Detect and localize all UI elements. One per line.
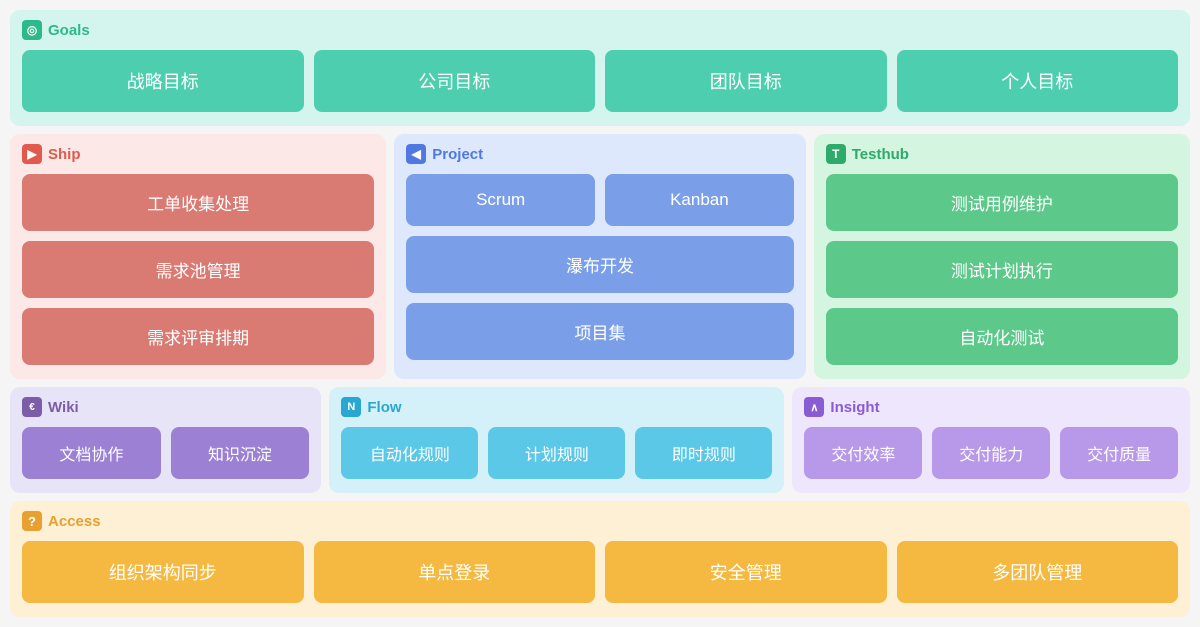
- bottom-mid-row: € Wiki 文档协作 知识沉淀 N Flow 自动化规则 计划规则 即时规则: [10, 387, 1190, 493]
- wiki-title: Wiki: [48, 399, 79, 416]
- project-top-row: Scrum Kanban: [406, 174, 793, 226]
- access-card-3[interactable]: 多团队管理: [897, 541, 1179, 603]
- wiki-card-0[interactable]: 文档协作: [22, 427, 161, 479]
- insight-card-2[interactable]: 交付质量: [1060, 427, 1178, 479]
- testhub-cards: 测试用例维护 测试计划执行 自动化测试: [826, 174, 1178, 365]
- flow-cards-row: 自动化规则 计划规则 即时规则: [341, 427, 772, 479]
- flow-header: N Flow: [341, 397, 772, 417]
- wiki-cards-row: 文档协作 知识沉淀: [22, 427, 309, 479]
- ship-card-0[interactable]: 工单收集处理: [22, 174, 374, 231]
- project-section: ◀ Project Scrum Kanban 瀑布开发 项目集: [394, 134, 805, 379]
- insight-section: ∧ Insight 交付效率 交付能力 交付质量: [792, 387, 1190, 493]
- goals-title: Goals: [48, 22, 90, 39]
- goals-header: ◎ Goals: [22, 20, 1178, 40]
- access-header: ? Access: [22, 511, 1178, 531]
- access-cards-row: 组织架构同步 单点登录 安全管理 多团队管理: [22, 541, 1178, 603]
- project-card-kanban[interactable]: Kanban: [605, 174, 794, 226]
- goals-card-1[interactable]: 公司目标: [314, 50, 596, 112]
- ship-header: ▶ Ship: [22, 144, 374, 164]
- middle-row: ▶ Ship 工单收集处理 需求池管理 需求评审排期 ◀ Project Scr…: [10, 134, 1190, 379]
- ship-card-1[interactable]: 需求池管理: [22, 241, 374, 298]
- testhub-icon: T: [826, 144, 846, 164]
- insight-cards-row: 交付效率 交付能力 交付质量: [804, 427, 1178, 479]
- ship-card-2[interactable]: 需求评审排期: [22, 308, 374, 365]
- access-section: ? Access 组织架构同步 单点登录 安全管理 多团队管理: [10, 501, 1190, 617]
- goals-icon: ◎: [22, 20, 42, 40]
- wiki-section: € Wiki 文档协作 知识沉淀: [10, 387, 321, 493]
- goals-cards-row: 战略目标 公司目标 团队目标 个人目标: [22, 50, 1178, 112]
- project-header: ◀ Project: [406, 144, 793, 164]
- insight-card-0[interactable]: 交付效率: [804, 427, 922, 479]
- testhub-card-0[interactable]: 测试用例维护: [826, 174, 1178, 231]
- wiki-icon: €: [22, 397, 42, 417]
- testhub-header: T Testhub: [826, 144, 1178, 164]
- testhub-card-1[interactable]: 测试计划执行: [826, 241, 1178, 298]
- ship-cards: 工单收集处理 需求池管理 需求评审排期: [22, 174, 374, 365]
- flow-card-0[interactable]: 自动化规则: [341, 427, 478, 479]
- access-card-1[interactable]: 单点登录: [314, 541, 596, 603]
- ship-section: ▶ Ship 工单收集处理 需求池管理 需求评审排期: [10, 134, 386, 379]
- project-card-portfolio[interactable]: 项目集: [406, 303, 793, 360]
- ship-title: Ship: [48, 146, 81, 163]
- project-card-scrum[interactable]: Scrum: [406, 174, 595, 226]
- access-icon: ?: [22, 511, 42, 531]
- goals-card-3[interactable]: 个人目标: [897, 50, 1179, 112]
- main-container: ◎ Goals 战略目标 公司目标 团队目标 个人目标 ▶ Ship 工单收集处…: [10, 10, 1190, 617]
- flow-card-1[interactable]: 计划规则: [488, 427, 625, 479]
- testhub-card-2[interactable]: 自动化测试: [826, 308, 1178, 365]
- goals-card-0[interactable]: 战略目标: [22, 50, 304, 112]
- flow-title: Flow: [367, 399, 401, 416]
- access-title: Access: [48, 513, 101, 530]
- project-inner: Scrum Kanban 瀑布开发 项目集: [406, 174, 793, 360]
- insight-header: ∧ Insight: [804, 397, 1178, 417]
- project-card-waterfall[interactable]: 瀑布开发: [406, 236, 793, 293]
- goals-section: ◎ Goals 战略目标 公司目标 团队目标 个人目标: [10, 10, 1190, 126]
- wiki-card-1[interactable]: 知识沉淀: [171, 427, 310, 479]
- insight-icon: ∧: [804, 397, 824, 417]
- flow-section: N Flow 自动化规则 计划规则 即时规则: [329, 387, 784, 493]
- testhub-title: Testhub: [852, 146, 909, 163]
- goals-card-2[interactable]: 团队目标: [605, 50, 887, 112]
- insight-title: Insight: [830, 399, 879, 416]
- flow-card-2[interactable]: 即时规则: [635, 427, 772, 479]
- project-icon: ◀: [406, 144, 426, 164]
- access-card-0[interactable]: 组织架构同步: [22, 541, 304, 603]
- access-card-2[interactable]: 安全管理: [605, 541, 887, 603]
- ship-icon: ▶: [22, 144, 42, 164]
- wiki-header: € Wiki: [22, 397, 309, 417]
- flow-icon: N: [341, 397, 361, 417]
- testhub-section: T Testhub 测试用例维护 测试计划执行 自动化测试: [814, 134, 1190, 379]
- project-title: Project: [432, 146, 483, 163]
- insight-card-1[interactable]: 交付能力: [932, 427, 1050, 479]
